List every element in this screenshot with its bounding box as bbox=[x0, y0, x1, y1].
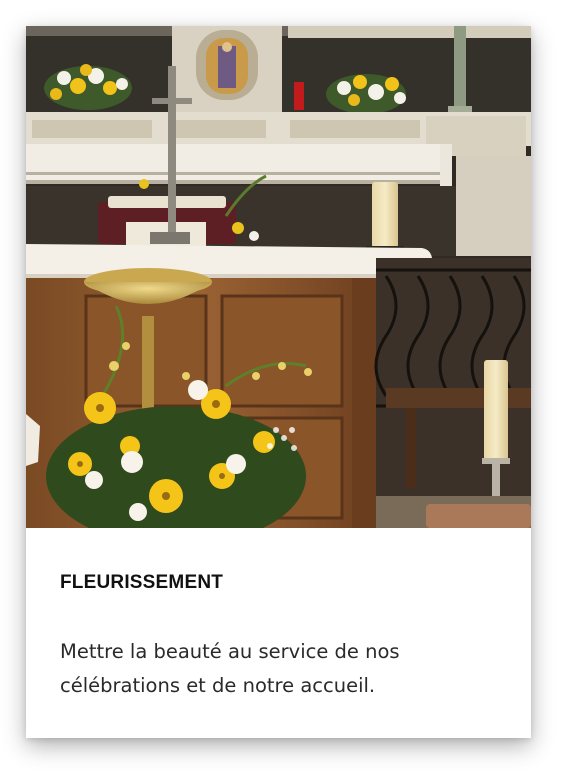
flowering-card[interactable]: FLEURISSEMENT Mettre la beauté au servic… bbox=[26, 26, 531, 738]
church-altar-flowers-photo bbox=[26, 26, 531, 528]
card-description: Mettre la beauté au service de nos céléb… bbox=[60, 640, 400, 697]
card-title: FLEURISSEMENT bbox=[60, 572, 224, 593]
